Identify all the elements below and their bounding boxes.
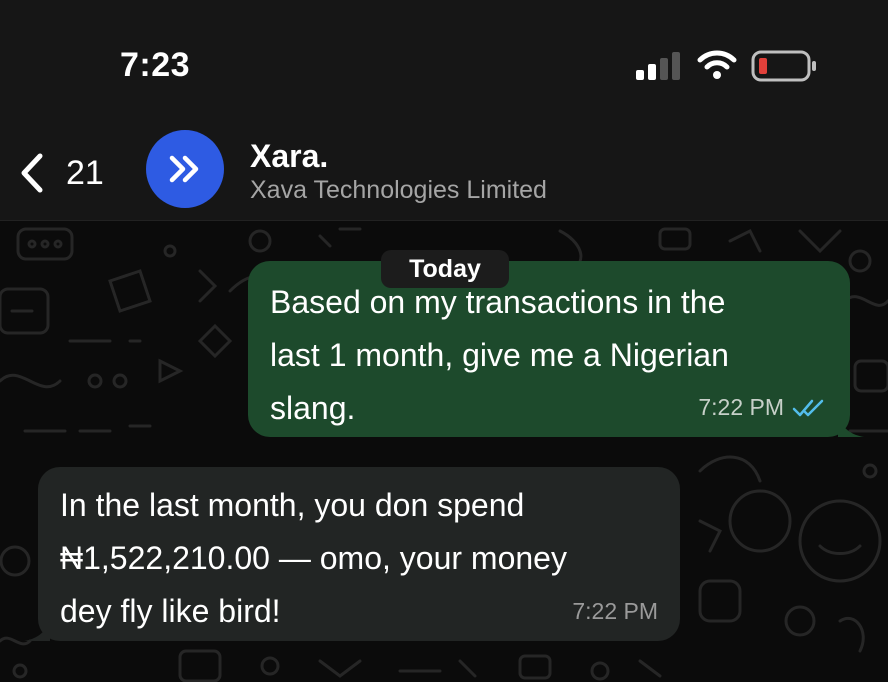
double-chevron-right-icon [169, 155, 199, 183]
status-bar: 7:23 [0, 0, 888, 120]
unread-count: 21 [66, 153, 104, 192]
incoming-message[interactable]: In the last month, you don spend ₦1,522,… [24, 467, 680, 641]
read-double-tick-icon [792, 399, 824, 416]
bubble-tail [24, 619, 50, 641]
chat-header: 21 Xara. Xava Technologies Limited [0, 120, 888, 221]
chat-area[interactable]: Today Based on my transactions in the la… [0, 221, 888, 682]
status-time: 7:23 [120, 46, 191, 84]
signal-icon [636, 52, 680, 80]
contact-subtitle[interactable]: Xava Technologies Limited [250, 176, 547, 205]
message-meta: 7:22 PM [572, 598, 658, 625]
message-text: Based on my transactions in the last 1 m… [270, 284, 729, 426]
wifi-icon [697, 50, 737, 79]
outgoing-message[interactable]: Based on my transactions in the last 1 m… [248, 261, 864, 437]
bubble-tail [838, 415, 864, 437]
date-separator: Today [381, 250, 509, 288]
back-button[interactable]: 21 [18, 148, 118, 198]
message-time: 7:22 PM [698, 394, 784, 420]
message-meta: 7:22 PM [698, 394, 828, 421]
message-text: In the last month, you don spend ₦1,522,… [60, 487, 567, 629]
avatar[interactable] [146, 130, 224, 208]
contact-name[interactable]: Xara. [250, 138, 328, 175]
message-time: 7:22 PM [572, 598, 658, 624]
battery-icon [751, 50, 816, 82]
chevron-left-icon [21, 153, 43, 193]
